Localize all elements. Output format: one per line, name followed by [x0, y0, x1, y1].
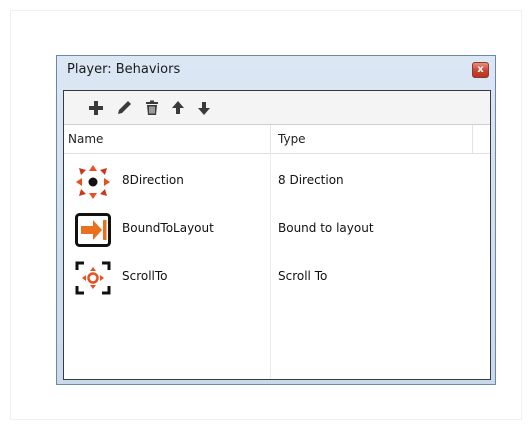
table-header: Name Type [64, 125, 490, 154]
behavior-type: Bound to layout [278, 221, 374, 235]
edit-behavior-button[interactable] [114, 98, 134, 118]
move-up-button[interactable] [168, 98, 188, 118]
behavior-name: BoundToLayout [122, 221, 214, 235]
trash-icon [146, 100, 158, 115]
toolbar [64, 91, 490, 125]
behavior-name: ScrollTo [122, 269, 168, 283]
bound-to-layout-icon [74, 211, 112, 249]
arrow-down-icon [198, 102, 210, 115]
table-row[interactable]: BoundToLayout Bound to layout [64, 205, 490, 253]
eight-direction-icon [74, 163, 112, 201]
behaviors-panel: Name Type 8Direction 8 Direction BoundTo… [63, 90, 491, 380]
move-down-button[interactable] [194, 98, 214, 118]
scroll-to-icon [74, 259, 112, 297]
pencil-icon [118, 101, 131, 114]
table-row[interactable]: ScrollTo Scroll To [64, 253, 490, 301]
table-row[interactable]: 8Direction 8 Direction [64, 157, 490, 205]
arrow-up-icon [172, 101, 184, 114]
delete-behavior-button[interactable] [142, 98, 162, 118]
header-divider [472, 125, 473, 153]
add-behavior-button[interactable] [86, 98, 106, 118]
add-icon [89, 101, 103, 115]
column-header-name[interactable]: Name [68, 125, 271, 153]
behavior-type: Scroll To [278, 269, 328, 283]
column-header-type[interactable]: Type [278, 125, 306, 153]
close-button[interactable]: x [472, 62, 489, 78]
behaviors-window: Player: Behaviors x Name Type 8Direction… [56, 55, 496, 385]
window-title: Player: Behaviors [67, 62, 181, 77]
behavior-type: 8 Direction [278, 173, 344, 187]
close-icon: x [477, 64, 484, 75]
behavior-name: 8Direction [122, 173, 184, 187]
